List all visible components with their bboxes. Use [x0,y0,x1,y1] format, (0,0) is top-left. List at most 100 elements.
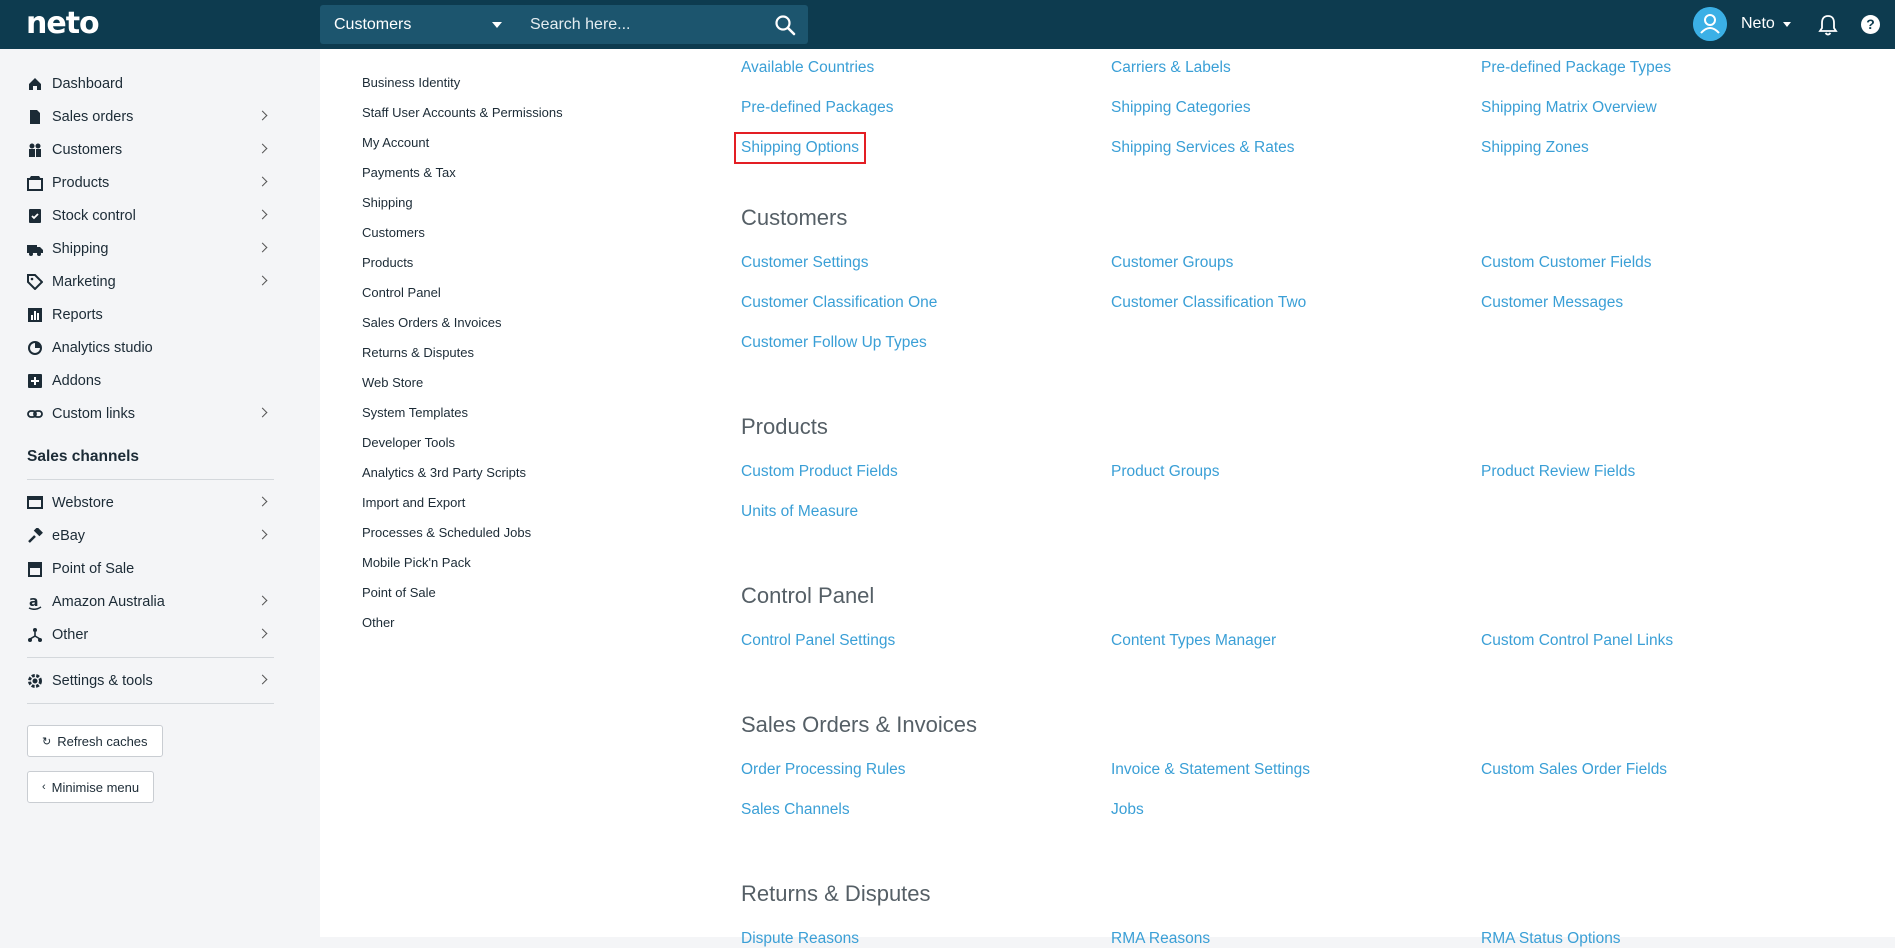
minimise-menu-button[interactable]: ‹ Minimise menu [27,771,155,803]
settings-link-customer-classification-two[interactable]: Customer Classification Two [1111,294,1306,312]
settings-link-rma-status-options[interactable]: RMA Status Options [1481,930,1621,948]
subnav-link-staff-user-accounts-permissions[interactable]: Staff User Accounts & Permissions [362,103,622,133]
sidebar-item-shipping[interactable]: Shipping [27,232,274,265]
settings-link-customer-messages[interactable]: Customer Messages [1481,294,1623,312]
subnav-link-processes-scheduled-jobs[interactable]: Processes & Scheduled Jobs [362,523,622,553]
sidebar-item-webstore[interactable]: Webstore [27,486,274,519]
sidebar-item-other[interactable]: Other [27,618,274,651]
sidebar-item-amazon-australia[interactable]: a Amazon Australia [27,585,274,618]
settings-link-customer-settings[interactable]: Customer Settings [741,254,869,272]
settings-link-customer-follow-up-types[interactable]: Customer Follow Up Types [741,334,927,352]
settings-link-product-review-fields[interactable]: Product Review Fields [1481,463,1635,481]
sidebar-item-label: eBay [52,527,86,544]
sidebar-item-label: Sales orders [52,108,134,125]
sidebar-item-label: Marketing [52,273,116,290]
sidebar-item-stock-control[interactable]: Stock control [27,199,274,232]
sidebar-item-addons[interactable]: Addons [27,364,274,397]
settings-link-shipping-zones[interactable]: Shipping Zones [1481,139,1589,157]
search-scope-select[interactable]: Customers [320,5,518,44]
sidebar-item-reports[interactable]: Reports [27,298,274,331]
sidebar-nav: Dashboard Sales orders Customers Products St… [27,67,274,710]
settings-link-shipping-options[interactable]: Shipping Options [733,132,867,164]
subnav-link-developer-tools[interactable]: Developer Tools [362,433,622,463]
settings-link-sales-channels[interactable]: Sales Channels [741,801,850,819]
settings-link-pre-defined-package-types[interactable]: Pre-defined Package Types [1481,59,1671,77]
settings-link-dispute-reasons[interactable]: Dispute Reasons [741,930,859,948]
user-avatar-icon[interactable] [1693,7,1727,41]
sidebar-item-products[interactable]: Products [27,166,274,199]
sidebar-item-ebay[interactable]: eBay [27,519,274,552]
sidebar-item-dashboard[interactable]: Dashboard [27,67,274,100]
sidebar-item-analytics-studio[interactable]: Analytics studio [27,331,274,364]
subnav-link-business-identity[interactable]: Business Identity [362,73,622,103]
divider [27,657,274,658]
user-menu[interactable]: Neto [1741,15,1775,33]
subnav-link-shipping[interactable]: Shipping [362,193,622,223]
subnav-link-other[interactable]: Other [362,613,622,643]
bell-icon[interactable] [1818,14,1838,36]
subnav-link-system-templates[interactable]: System Templates [362,403,622,433]
sidebar-item-point-of-sale[interactable]: Point of Sale [27,552,274,585]
svg-text:a: a [29,594,38,610]
sidebar-item-marketing[interactable]: Marketing [27,265,274,298]
subnav-link-my-account[interactable]: My Account [362,133,622,163]
sidebar-item-label: Dashboard [52,75,123,92]
settings-link-shipping-services-rates[interactable]: Shipping Services & Rates [1111,139,1295,157]
settings-link-available-countries[interactable]: Available Countries [741,59,874,77]
settings-link-content-types-manager[interactable]: Content Types Manager [1111,632,1276,650]
sidebar-item-custom-links[interactable]: Custom links [27,397,274,430]
sidebar-item-customers[interactable]: Customers [27,133,274,166]
refresh-caches-button[interactable]: ↻ Refresh caches [27,725,163,757]
settings-link-pre-defined-packages[interactable]: Pre-defined Packages [741,99,894,117]
subnav-link-control-panel[interactable]: Control Panel [362,283,622,313]
chevron-left-icon: ‹ [42,781,46,793]
sales-channels-heading: Sales channels [27,447,140,465]
settings-link-custom-sales-order-fields[interactable]: Custom Sales Order Fields [1481,761,1667,779]
help-icon[interactable]: ? [1861,15,1880,34]
caret-down-icon [1783,22,1791,27]
subnav-link-import-and-export[interactable]: Import and Export [362,493,622,523]
settings-link-rma-reasons[interactable]: RMA Reasons [1111,930,1210,948]
subnav-link-payments-tax[interactable]: Payments & Tax [362,163,622,193]
subnav-link-point-of-sale[interactable]: Point of Sale [362,583,622,613]
settings-link-custom-customer-fields[interactable]: Custom Customer Fields [1481,254,1652,272]
settings-link-shipping-categories[interactable]: Shipping Categories [1111,99,1251,117]
subnav-link-returns-disputes[interactable]: Returns & Disputes [362,343,622,373]
subnav-link-products[interactable]: Products [362,253,622,283]
bar-chart-icon [28,307,42,322]
refresh-caches-label: Refresh caches [57,733,148,749]
analytics-icon [28,340,42,355]
settings-subnav: Business Identity Staff User Accounts & P… [362,73,622,643]
subnav-link-analytics-3rd-party-scripts[interactable]: Analytics & 3rd Party Scripts [362,463,622,493]
settings-link-customer-classification-one[interactable]: Customer Classification One [741,294,937,312]
settings-link-shipping-matrix-overview[interactable]: Shipping Matrix Overview [1481,99,1657,117]
settings-link-custom-control-panel-links[interactable]: Custom Control Panel Links [1481,632,1673,650]
section-title-returns-disputes: Returns & Disputes [741,881,931,906]
plus-square-icon [28,373,42,388]
subnav-link-sales-orders-invoices[interactable]: Sales Orders & Invoices [362,313,622,343]
sidebar-item-settings-tools[interactable]: Settings & tools [27,664,274,697]
sidebar-item-label: Reports [52,306,103,323]
settings-link-units-of-measure[interactable]: Units of Measure [741,503,858,521]
chevron-right-icon [257,110,268,121]
settings-link-custom-product-fields[interactable]: Custom Product Fields [741,463,898,481]
neto-logo[interactable]: neto [26,6,100,41]
sidebar-item-label: Customers [52,141,123,158]
search-icon[interactable] [774,14,796,36]
subnav-link-customers[interactable]: Customers [362,223,622,253]
settings-link-customer-groups[interactable]: Customer Groups [1111,254,1233,272]
settings-link-carriers-labels[interactable]: Carriers & Labels [1111,59,1231,77]
settings-link-jobs[interactable]: Jobs [1111,801,1144,819]
chevron-right-icon [257,496,268,507]
sidebar-item-label: Products [52,174,110,191]
store-icon [27,495,43,509]
settings-link-control-panel-settings[interactable]: Control Panel Settings [741,632,895,650]
subnav-link-mobile-pick-n-pack[interactable]: Mobile Pick'n Pack [362,553,622,583]
settings-link-order-processing-rules[interactable]: Order Processing Rules [741,761,906,779]
subnav-link-web-store[interactable]: Web Store [362,373,622,403]
settings-link-invoice-statement-settings[interactable]: Invoice & Statement Settings [1111,761,1310,779]
search-input[interactable] [518,5,758,44]
sidebar-item-sales-orders[interactable]: Sales orders [27,100,274,133]
sidebar-item-label: Webstore [52,494,114,511]
settings-link-product-groups[interactable]: Product Groups [1111,463,1220,481]
